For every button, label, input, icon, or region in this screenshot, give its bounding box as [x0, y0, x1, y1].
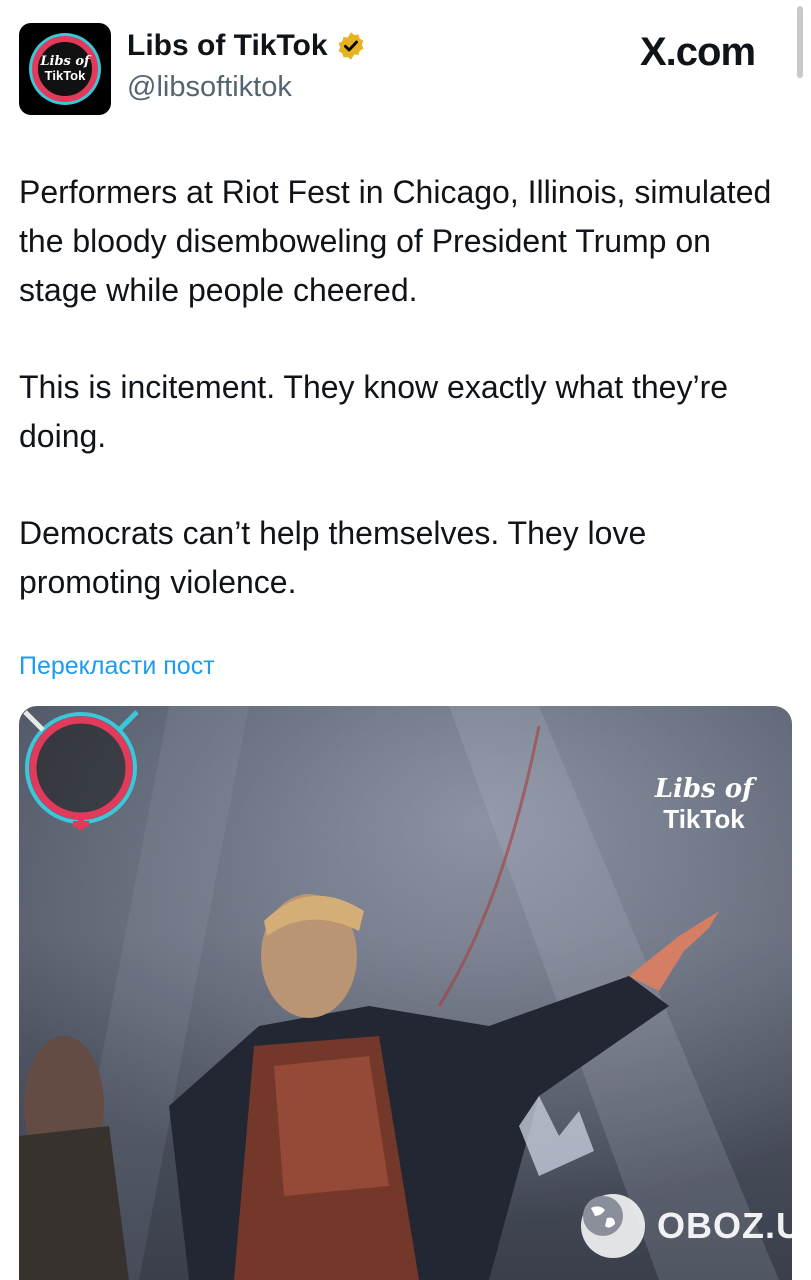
- source-watermark-text: OBOZ.UA: [657, 1205, 792, 1246]
- tweet-paragraph: This is incitement. They know exactly wh…: [19, 369, 729, 454]
- site-logo: X.com: [640, 30, 756, 74]
- gender-symbol-icon: [23, 710, 139, 830]
- tweet-video[interactable]: Libs of TikTok OBOZ.UA: [19, 706, 792, 1280]
- tweet-text: Performers at Riot Fest in Chicago, Illi…: [19, 168, 794, 607]
- display-name-row[interactable]: Libs of TikTok: [127, 29, 366, 63]
- avatar-logo-line1: Libs of: [40, 54, 90, 69]
- scrollbar[interactable]: [797, 6, 803, 78]
- watermark-line1: Libs of: [654, 774, 754, 804]
- video-watermark: Libs of TikTok: [654, 774, 754, 834]
- tweet-paragraph: Performers at Riot Fest in Chicago, Illi…: [19, 174, 772, 308]
- tweet-paragraph: Democrats can’t help themselves. They lo…: [19, 515, 647, 600]
- avatar-logo: Libs of TikTok: [32, 36, 98, 102]
- avatar[interactable]: Libs of TikTok: [19, 23, 111, 115]
- watermark-line2: TikTok: [663, 804, 745, 834]
- verified-badge-icon: [338, 32, 363, 60]
- source-watermark: OBOZ.UA: [581, 1194, 792, 1258]
- user-handle[interactable]: @libsoftiktok: [127, 71, 292, 104]
- globe-icon: [581, 1194, 645, 1258]
- translate-post-link[interactable]: Перекласти пост: [19, 652, 215, 681]
- display-name[interactable]: Libs of TikTok: [127, 29, 328, 63]
- avatar-logo-line2: TikTok: [44, 68, 86, 83]
